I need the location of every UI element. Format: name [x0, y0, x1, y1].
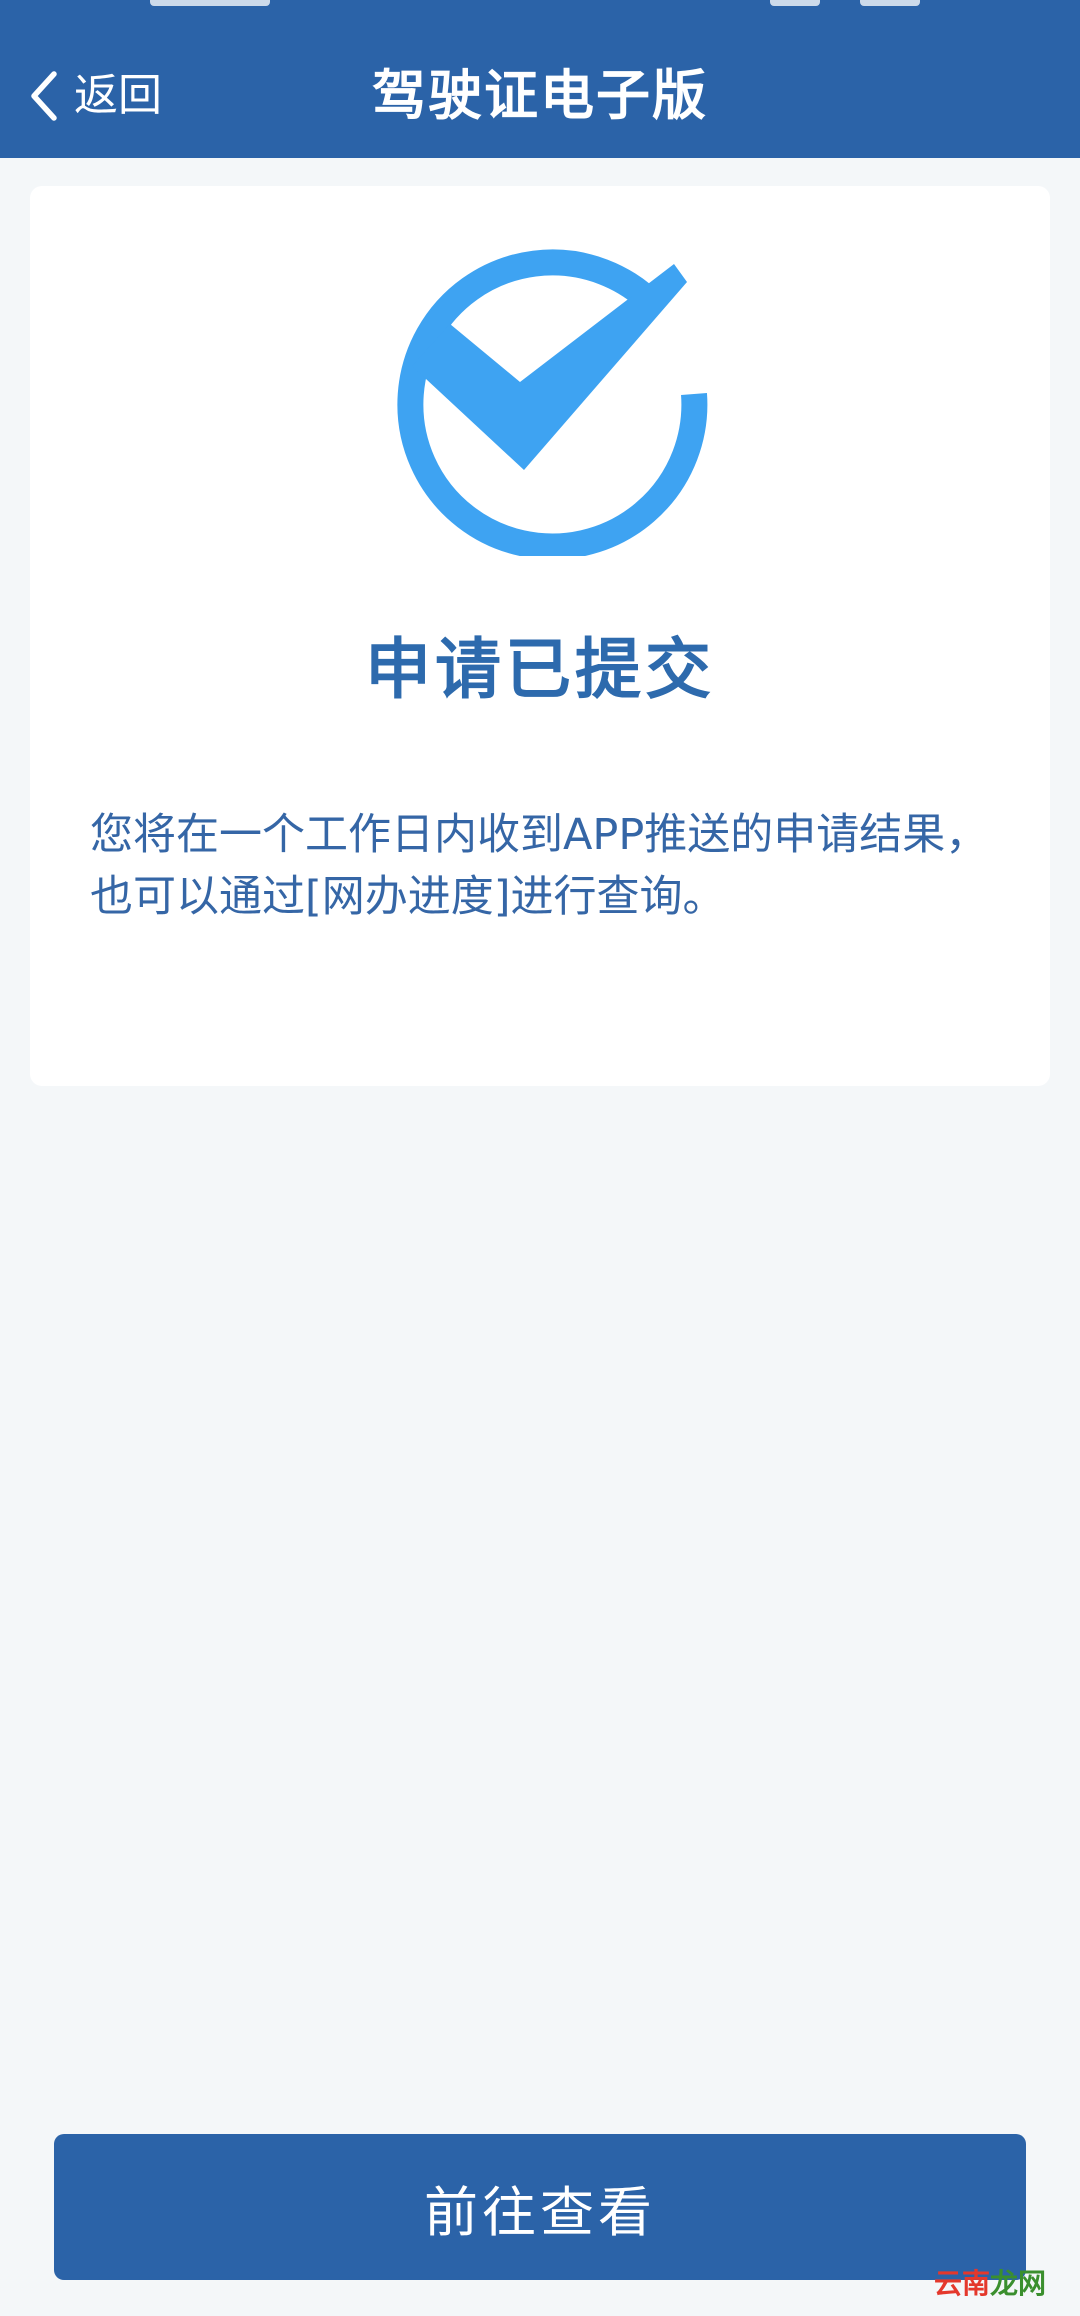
check-circle-icon [382, 216, 722, 560]
page-title: 驾驶证电子版 [372, 64, 708, 127]
watermark-text-red: 云南 [933, 2267, 990, 2300]
result-message: 您将在一个工作日内收到APP推送的申请结果，也可以通过[网办进度]进行查询。 [90, 810, 989, 922]
result-card: 申请已提交 您将在一个工作日内收到APP推送的申请结果，也可以通过[网办进度]进… [30, 186, 1050, 1086]
status-bar-indicator [860, 0, 920, 6]
app-header: 返回 驾驶证电子版 [0, 0, 1080, 158]
watermark-text-green: 龙网 [989, 2267, 1046, 2300]
view-progress-button[interactable]: 前往查看 [54, 2134, 1026, 2280]
site-watermark: 云南龙网 [934, 2270, 1046, 2298]
status-bar-indicator [150, 0, 270, 6]
status-bar-indicator [770, 0, 820, 6]
success-title: 申请已提交 [365, 631, 715, 708]
status-bar [0, 0, 1080, 22]
